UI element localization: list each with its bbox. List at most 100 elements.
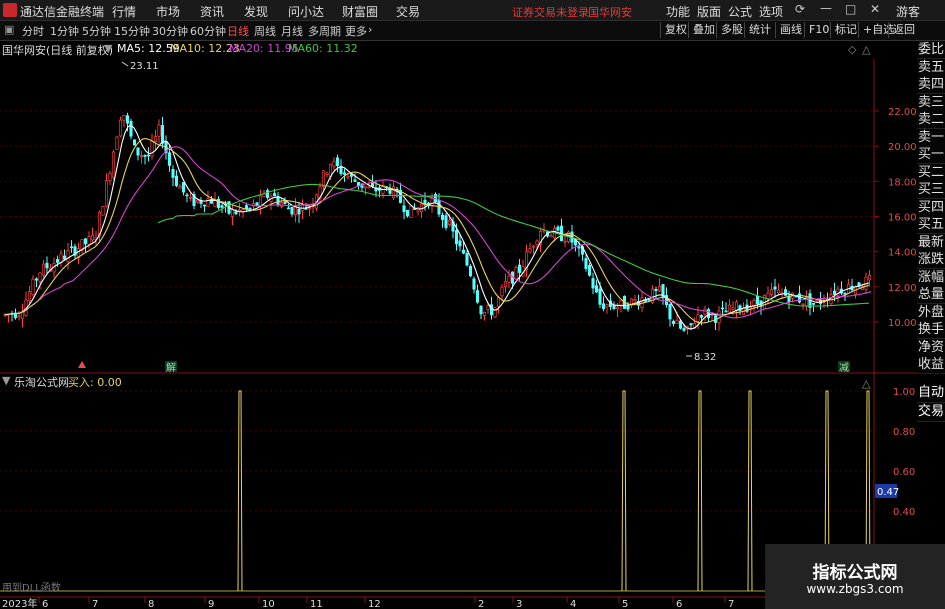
side-item-5[interactable]: 卖一 [917,128,945,147]
panel-toggle-icon[interactable]: ▣ [4,23,14,36]
candle-body [248,207,252,210]
candle-body [220,205,224,208]
candle-body [178,186,182,189]
candle-body [181,182,186,193]
refresh-icon[interactable]: ⟳ [795,2,805,16]
menu-banmian[interactable]: 版面 [697,3,721,20]
minimize-icon[interactable]: — [820,1,832,15]
ma-line [7,138,870,324]
fuquan-button[interactable]: 复权 [660,22,691,38]
side-item-9[interactable]: 买四 [917,198,945,217]
period-5min[interactable]: 5分钟 [82,23,111,39]
tongji-button[interactable]: 统计 [744,22,775,38]
period-fenshi[interactable]: 分时 [22,23,44,39]
side-trade-item-1[interactable]: 交易 [917,403,945,422]
period-week[interactable]: 周线 [254,23,276,39]
menu-zixun[interactable]: 资讯 [200,3,224,20]
side-item-11[interactable]: 最新 [917,233,945,252]
candle-body [549,235,553,238]
side-item-6[interactable]: 买一 [917,146,945,164]
side-item-8[interactable]: 买三 [917,181,945,199]
side-item-15[interactable]: 外盘 [917,303,945,322]
side-item-1[interactable]: 卖五 [917,58,945,77]
candle-body [500,286,504,297]
candle-body [17,315,21,318]
side-item-13[interactable]: 涨幅 [917,268,945,287]
period-60min[interactable]: 60分钟 [190,23,226,39]
side-item-18[interactable]: 收益 [917,356,945,374]
login-warning[interactable]: 证券交易未登录 [512,4,589,20]
candle-body [682,328,686,331]
menu-jiaoyi[interactable]: 交易 [396,3,420,20]
huaxian-button[interactable]: 画线 [775,22,806,38]
menu-hangqing[interactable]: 行情 [112,3,136,20]
event-up-arrow-icon[interactable] [78,361,86,368]
period-month[interactable]: 月线 [281,23,303,39]
period-1min[interactable]: 1分钟 [50,23,79,39]
candle-body [619,300,623,306]
period-multi[interactable]: 多周期 [308,23,341,39]
side-item-17[interactable]: 净资 [917,338,945,357]
indicator-title[interactable]: 乐淘公式网 [14,374,69,390]
candle-body [605,304,609,308]
menu-caifuquan[interactable]: 财富圈 [342,3,378,20]
candle-body [696,314,700,322]
candle-body [867,274,872,281]
side-trade-item-0[interactable]: 自动 [917,384,945,403]
menu-xuanxiang[interactable]: 选项 [759,3,783,20]
collapse-icon[interactable]: △ [862,43,871,56]
menu-faxian[interactable]: 发现 [244,3,268,20]
f10-button[interactable]: F10 [804,22,833,38]
current-stock-name: 国华网安 [588,6,632,19]
ma-menu-icon[interactable]: ▼ [104,42,112,55]
candle-body [297,208,301,215]
side-item-14[interactable]: 总量 [917,286,945,304]
indicator-collapse-icon[interactable]: △ [862,377,871,390]
candle-body [195,199,200,203]
maximize-icon[interactable]: □ [845,2,856,16]
side-item-4[interactable]: 卖二 [917,111,945,129]
jian-label: 减 [839,362,849,374]
price-tick-label: 12.00 [888,283,917,294]
candle-body [591,278,595,289]
diejia-button[interactable]: 叠加 [688,22,719,38]
candle-body [129,120,133,137]
candle-body [724,310,728,313]
candle-body [346,175,350,179]
side-item-7[interactable]: 买二 [917,163,945,182]
menu-shichang[interactable]: 市场 [156,3,180,20]
menu-gongneng[interactable]: 功能 [666,3,690,20]
chevron-right-icon[interactable]: › [368,23,372,36]
buy-spike [621,390,627,592]
period-30min[interactable]: 30分钟 [152,23,188,39]
menu-bar: 通达信金融终端 行情 市场 资讯 发现 问小达 财富圈 交易 证券交易未登录 国… [0,0,945,21]
side-item-12[interactable]: 涨跌 [917,251,945,269]
menu-gongshi[interactable]: 公式 [728,3,752,20]
duogu-button[interactable]: 多股 [716,22,747,38]
side-item-16[interactable]: 换手 [917,321,945,339]
biaoji-button[interactable]: 标记 [830,22,861,38]
back-button[interactable]: 返回 [888,22,919,38]
close-icon[interactable]: ✕ [870,2,880,16]
chart-title[interactable]: 国华网安(日线 前复权) [2,42,113,58]
side-item-3[interactable]: 卖三 [917,93,945,112]
menu-wenxiaoda[interactable]: 问小达 [288,3,324,20]
period-15min[interactable]: 15分钟 [114,23,150,39]
period-more[interactable]: 更多 [345,23,367,39]
dll-footnote: 用到DLL函数 [2,581,61,594]
candle-body [87,236,91,245]
kline-chart[interactable]: 22.00 20.00 18.00 16.00 14.00 12.00 10.00 1.00… [0,41,917,609]
candle-body [731,307,735,310]
indicator-menu-icon[interactable]: ▼ [2,374,10,387]
side-item-0[interactable]: 委比 [917,41,945,59]
period-day[interactable]: 日线 [227,23,249,39]
side-item-10[interactable]: 买五 [917,216,945,234]
user-label[interactable]: 游客 [896,3,920,20]
month-label: 10 [262,599,275,609]
candle-body [465,253,469,266]
settings-icon[interactable]: ◇ [848,43,857,56]
price-tick-label: 10.00 [888,318,917,329]
candle-body [458,240,462,247]
side-item-2[interactable]: 卖四 [917,76,945,94]
candle-body [188,196,193,199]
